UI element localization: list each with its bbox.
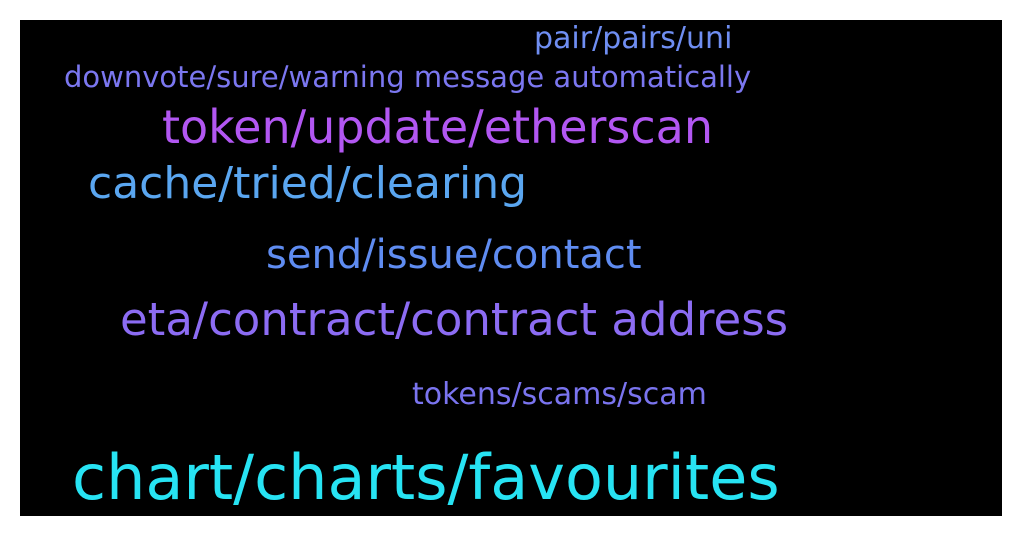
word-cloud-canvas: pair/pairs/uni downvote/sure/warning mes… [20, 20, 1002, 516]
word-token-update-etherscan: token/update/etherscan [162, 100, 714, 154]
word-chart-charts-favourites: chart/charts/favourites [72, 441, 780, 514]
word-downvote-sure-warning: downvote/sure/warning message automatica… [64, 60, 752, 94]
word-cache-tried-clearing: cache/tried/clearing [88, 158, 528, 209]
word-eta-contract-address: eta/contract/contract address [120, 293, 789, 346]
word-send-issue-contact: send/issue/contact [266, 232, 642, 278]
word-tokens-scams-scam: tokens/scams/scam [412, 377, 707, 412]
word-pair-pairs-uni: pair/pairs/uni [534, 21, 733, 56]
